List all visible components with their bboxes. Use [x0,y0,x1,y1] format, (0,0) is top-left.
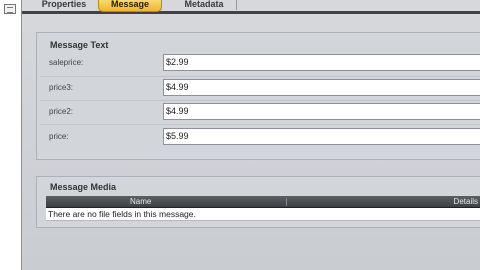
price3-input[interactable]: $4.99 [163,79,480,96]
column-separator [286,198,287,206]
message-text-title: Message Text [50,40,109,50]
media-table-header: Name Details [46,196,480,208]
tab-metadata[interactable]: Metadata [174,0,234,12]
tab-separator [236,0,237,10]
row-divider [40,100,480,101]
column-header-name[interactable]: Name [130,196,151,208]
field-label-saleprice: saleprice: [49,58,84,67]
saleprice-input[interactable]: $2.99 [163,54,480,71]
left-side-strip [0,0,22,270]
price-input[interactable]: $5.99 [163,128,480,145]
row-divider [40,76,480,77]
column-header-details[interactable]: Details [454,196,478,208]
row-divider [40,124,480,125]
field-label-price2: price2: [49,107,74,116]
media-empty-row: There are no file fields in this message… [46,208,480,221]
tab-bar: Properties Message Metadata [22,0,480,14]
tab-properties[interactable]: Properties [28,0,100,12]
field-label-price3: price3: [49,83,74,92]
field-label-price: price: [49,132,69,141]
window-icon[interactable] [4,4,16,14]
tab-message[interactable]: Message [98,0,162,12]
message-media-title: Message Media [50,182,117,192]
price2-input[interactable]: $4.99 [163,103,480,120]
message-editor-pane: Properties Message Metadata Message Text… [22,0,480,270]
